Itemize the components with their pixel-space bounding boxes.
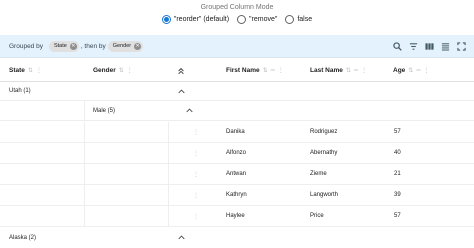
- cell-last-name: Price: [310, 213, 324, 219]
- cell-first-name: Alfonzo: [226, 150, 247, 156]
- column-header-last-name[interactable]: Last Name ⇅ ═ ⋮: [310, 59, 367, 82]
- sort-icon[interactable]: ⇅: [263, 67, 268, 74]
- sort-icon[interactable]: ⇅: [119, 67, 124, 74]
- cell-last-name: Rodriguez: [310, 129, 338, 135]
- fullscreen-icon[interactable]: [457, 42, 466, 51]
- cell-age: 40: [394, 150, 401, 156]
- table-row[interactable]: ⋮ Haylee Price 57: [0, 206, 474, 227]
- toolbar-icons: [393, 35, 466, 58]
- grouping-toolbar: Grouped by State ✕ , then by Gender ✕: [0, 35, 474, 58]
- search-icon[interactable]: [393, 42, 402, 51]
- group-label-male: Male (5): [93, 107, 116, 114]
- radio-option-remove[interactable]: "remove": [237, 15, 277, 24]
- table-row[interactable]: ⋮ Antwan Zieme 21: [0, 164, 474, 185]
- column-header-gender[interactable]: Gender ⇅ ⋮: [93, 59, 133, 82]
- row-menu-icon[interactable]: ⋮: [193, 143, 199, 163]
- radio-remove[interactable]: [237, 15, 247, 24]
- group-chip-state-label: State: [53, 43, 67, 49]
- column-menu-icon[interactable]: ⋮: [36, 67, 42, 74]
- collapse-male-button[interactable]: [186, 101, 193, 120]
- cell-age: 57: [394, 213, 401, 219]
- column-header-first-name[interactable]: First Name ⇅ ═ ⋮: [226, 59, 284, 82]
- drag-handle-icon[interactable]: ═: [271, 68, 275, 74]
- grouped-by-label: Grouped by: [9, 42, 43, 50]
- drag-handle-icon[interactable]: ═: [416, 68, 420, 74]
- column-header-age-label: Age: [393, 67, 406, 74]
- collapse-all-icon[interactable]: [177, 67, 185, 75]
- filter-icon[interactable]: [409, 42, 418, 51]
- cell-first-name: Haylee: [226, 213, 245, 219]
- collapse-alaska-button[interactable]: [178, 228, 185, 247]
- column-menu-icon[interactable]: ⋮: [424, 67, 430, 74]
- group-chip-gender-label: Gender: [112, 43, 132, 49]
- density-icon[interactable]: [441, 42, 450, 51]
- radio-label-reorder: "reorder" (default): [173, 16, 230, 23]
- table-row[interactable]: ⋮ Alfonzo Abernathy 40: [0, 143, 474, 164]
- cell-last-name: Abernathy: [310, 150, 338, 156]
- radio-label-false: false: [297, 16, 313, 23]
- column-menu-icon[interactable]: ⋮: [361, 67, 367, 74]
- radio-reorder[interactable]: [161, 15, 171, 24]
- chevron-up-icon[interactable]: [178, 88, 185, 94]
- sort-icon[interactable]: ⇅: [28, 67, 33, 74]
- column-header-last-name-label: Last Name: [310, 67, 343, 74]
- group-label-alaska: Alaska (2): [9, 234, 37, 241]
- column-header-state-label: State: [9, 67, 25, 74]
- column-header-first-name-label: First Name: [226, 67, 260, 74]
- group-chip-gender[interactable]: Gender ✕: [107, 40, 144, 52]
- chevron-up-icon[interactable]: [186, 108, 193, 113]
- cell-age: 39: [394, 192, 401, 198]
- column-menu-icon[interactable]: ⋮: [278, 67, 284, 74]
- group-label-utah: Utah (1): [9, 88, 31, 94]
- grouped-column-mode-title: Grouped Column Mode: [200, 4, 274, 11]
- cell-first-name: Kathryn: [226, 192, 247, 198]
- cell-last-name: Zieme: [310, 171, 327, 177]
- column-header-age[interactable]: Age ⇅ ═ ⋮: [393, 59, 430, 82]
- row-menu-icon[interactable]: ⋮: [193, 164, 199, 184]
- radio-false[interactable]: [285, 15, 295, 24]
- column-menu-icon[interactable]: ⋮: [127, 67, 133, 74]
- sort-icon[interactable]: ⇅: [346, 67, 351, 74]
- group-chip-state[interactable]: State ✕: [48, 40, 79, 52]
- collapse-all-button[interactable]: [177, 59, 185, 82]
- radio-label-remove: "remove": [249, 16, 278, 23]
- cell-first-name: Antwan: [226, 171, 247, 177]
- cell-first-name: Danika: [226, 129, 245, 135]
- remove-gender-chip-icon[interactable]: ✕: [134, 42, 142, 50]
- table-header: State ⇅ ⋮ Gender ⇅ ⋮ First Name ⇅ ═ ⋮ La…: [0, 59, 474, 82]
- collapse-utah-button[interactable]: [178, 82, 185, 100]
- radio-option-false[interactable]: false: [285, 15, 312, 24]
- table-row[interactable]: ⋮ Danika Rodriguez 57: [0, 122, 474, 143]
- column-header-state[interactable]: State ⇅ ⋮: [9, 59, 42, 82]
- sort-icon[interactable]: ⇅: [408, 67, 413, 74]
- group-row-utah[interactable]: Utah (1): [0, 82, 474, 101]
- grouped-column-mode-radio-group: "reorder" (default) "remove" false: [0, 15, 474, 24]
- row-menu-icon[interactable]: ⋮: [193, 122, 199, 142]
- group-row-alaska[interactable]: Alaska (2): [0, 228, 474, 247]
- columns-icon[interactable]: [425, 42, 434, 51]
- chevron-up-icon[interactable]: [178, 235, 185, 240]
- then-by-label: , then by: [80, 42, 106, 50]
- remove-state-chip-icon[interactable]: ✕: [69, 42, 77, 50]
- column-header-gender-label: Gender: [93, 67, 116, 74]
- radio-option-reorder[interactable]: "reorder" (default): [161, 15, 230, 24]
- row-menu-icon[interactable]: ⋮: [193, 206, 199, 226]
- table-row[interactable]: ⋮ Kathryn Langworth 39: [0, 185, 474, 206]
- cell-last-name: Langworth: [310, 192, 339, 198]
- drag-handle-icon[interactable]: ═: [354, 68, 358, 74]
- cell-age: 21: [394, 171, 401, 177]
- group-row-male[interactable]: Male (5): [0, 101, 474, 121]
- row-menu-icon[interactable]: ⋮: [193, 185, 199, 205]
- cell-age: 57: [394, 129, 401, 135]
